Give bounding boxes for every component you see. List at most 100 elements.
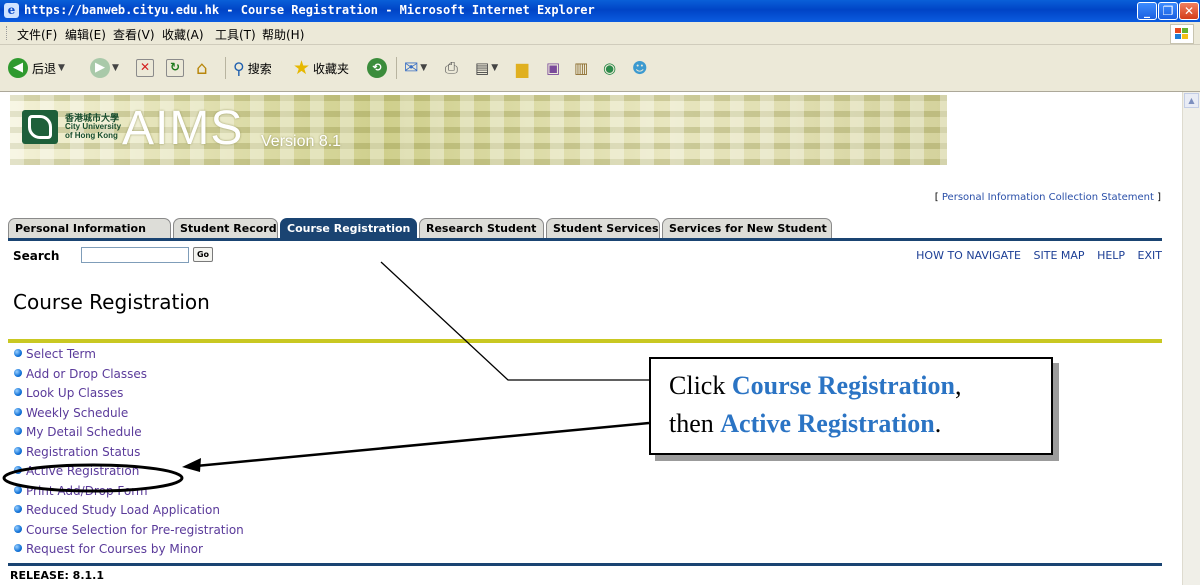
callout-text: , xyxy=(954,371,962,400)
callout-line-1: Click Course Registration, xyxy=(669,367,1051,405)
contacts-button[interactable]: ◉ xyxy=(603,57,616,79)
mail-button[interactable]: ✉ ▼ xyxy=(404,57,427,79)
app-name: AIMS xyxy=(122,102,244,155)
menu-link[interactable]: Request for Courses by Minor xyxy=(26,542,203,556)
bullet-icon xyxy=(14,446,22,455)
go-button[interactable]: Go xyxy=(193,247,213,262)
forward-button[interactable]: ▶ ▼ xyxy=(90,57,119,79)
menu-link[interactable]: Active Registration xyxy=(26,464,139,478)
maximize-button[interactable]: ❐ xyxy=(1158,2,1178,20)
aims-banner: 香港城市大學 City University of Hong Kong AIMS… xyxy=(10,95,947,165)
menu-link[interactable]: Weekly Schedule xyxy=(26,406,128,420)
menu-view[interactable]: 查看(V) xyxy=(113,26,155,43)
toolbar-separator xyxy=(396,57,397,79)
tab-research-student[interactable]: Research Student xyxy=(419,218,544,238)
print-button[interactable]: ⎙ xyxy=(445,57,458,79)
bullet-icon xyxy=(14,505,22,513)
menubar-grip xyxy=(6,26,10,40)
cityu-logo-icon xyxy=(22,110,58,144)
release-label: RELEASE: 8.1.1 xyxy=(10,569,105,582)
pointer-line-tab xyxy=(380,261,649,381)
windows-flag-icon xyxy=(1170,24,1194,44)
menu-favorites[interactable]: 收藏(A) xyxy=(162,26,204,43)
messenger-button[interactable]: ▣ xyxy=(546,57,560,79)
edit-button[interactable]: ▤ ▼ xyxy=(475,57,498,79)
bullet-icon xyxy=(14,368,22,377)
star-icon: ★ xyxy=(293,57,311,79)
refresh-button[interactable]: ↻ xyxy=(166,57,184,79)
how-to-navigate-link[interactable]: HOW TO NAVIGATE xyxy=(916,249,1021,262)
callout-highlight: Active Registration xyxy=(720,409,935,438)
callout-text: Click xyxy=(669,371,732,400)
menu-help[interactable]: 帮助(H) xyxy=(262,26,304,43)
research-button[interactable]: ▥ xyxy=(574,57,588,79)
toolbar-separator xyxy=(225,57,226,79)
menu-link[interactable]: My Detail Schedule xyxy=(26,425,142,439)
menu-link[interactable]: Registration Status xyxy=(26,445,140,459)
search-toolbar-label: 搜索 xyxy=(247,61,272,76)
tab-course-registration[interactable]: Course Registration xyxy=(280,218,417,238)
help-link[interactable]: HELP xyxy=(1097,249,1125,262)
menu-tools[interactable]: 工具(T) xyxy=(215,26,256,43)
chevron-down-icon: ▼ xyxy=(420,63,428,73)
history-icon: ⟲ xyxy=(367,58,387,78)
menu-file[interactable]: 文件(F) xyxy=(17,26,57,43)
printer-icon: ⎙ xyxy=(445,58,458,77)
back-label: 后退 xyxy=(32,61,57,76)
favorites-label: 收藏夹 xyxy=(313,61,350,76)
bullet-icon xyxy=(14,485,22,494)
menu-edit[interactable]: 编辑(E) xyxy=(65,26,106,43)
tab-student-services[interactable]: Student Services xyxy=(546,218,660,238)
callout-highlight: Course Registration xyxy=(731,371,955,400)
page-title: Course Registration xyxy=(13,290,210,314)
menu-link[interactable]: Select Term xyxy=(26,347,96,361)
tab-student-record[interactable]: Student Record xyxy=(173,218,278,238)
bullet-icon xyxy=(14,466,22,474)
menu-link[interactable]: Print Add/Drop Form xyxy=(26,484,148,498)
tab-services-new-student[interactable]: Services for New Student xyxy=(662,218,832,238)
forward-arrow-icon: ▶ xyxy=(90,58,110,78)
stop-button[interactable]: ✕ xyxy=(136,57,154,79)
bracket-close: ] xyxy=(1153,192,1161,203)
back-button[interactable]: ◀ 后退 ▼ xyxy=(8,57,65,79)
magnifier-icon: ⚲ xyxy=(233,58,245,78)
favorites-button[interactable]: ★ 收藏夹 xyxy=(293,57,349,79)
menu-link[interactable]: Reduced Study Load Application xyxy=(26,503,220,517)
site-map-link[interactable]: SITE MAP xyxy=(1034,249,1085,262)
arrowhead-icon xyxy=(182,458,201,472)
pics-statement: [ Personal Information Collection Statem… xyxy=(935,192,1161,203)
pics-link[interactable]: Personal Information Collection Statemen… xyxy=(942,192,1154,203)
search-input[interactable] xyxy=(81,247,189,263)
vertical-scrollbar[interactable]: ▲ xyxy=(1182,92,1200,585)
back-arrow-icon: ◀ xyxy=(8,58,28,78)
books-icon: ▥ xyxy=(574,59,589,77)
stop-icon: ✕ xyxy=(136,59,154,77)
mail-icon: ✉ xyxy=(404,58,419,78)
discuss-icon: ▣ xyxy=(546,59,561,77)
browser-toolbar: ◀ 后退 ▼ ▶ ▼ ✕ ↻ ⌂ ⚲ 搜索 ★ 收藏夹 ⟲ ✉ ▼ ⎙ ▤ ▼ … xyxy=(0,45,1200,92)
folder-button[interactable]: ▆ xyxy=(516,57,528,79)
top-links: HOW TO NAVIGATE SITE MAP HELP EXIT xyxy=(907,249,1162,262)
home-button[interactable]: ⌂ xyxy=(196,57,207,79)
messenger-people-button[interactable]: ☻ xyxy=(632,57,648,79)
scroll-up-icon[interactable]: ▲ xyxy=(1184,93,1199,108)
menu-link[interactable]: Look Up Classes xyxy=(26,386,123,400)
close-button[interactable]: ✕ xyxy=(1179,2,1199,20)
refresh-icon: ↻ xyxy=(166,59,184,77)
tab-personal-information[interactable]: Personal Information xyxy=(8,218,171,238)
menu-link[interactable]: Add or Drop Classes xyxy=(26,367,147,381)
footer-divider xyxy=(8,563,1162,566)
bracket-open: [ xyxy=(934,192,942,203)
bullet-icon xyxy=(14,427,22,435)
exit-link[interactable]: EXIT xyxy=(1138,249,1162,262)
callout-text: then xyxy=(669,409,721,438)
menu-link[interactable]: Course Selection for Pre-registration xyxy=(26,523,244,537)
history-button[interactable]: ⟲ xyxy=(367,57,387,79)
document-icon: ▤ xyxy=(475,59,490,77)
minimize-button[interactable]: _ xyxy=(1137,2,1157,20)
search-button[interactable]: ⚲ 搜索 xyxy=(233,57,272,79)
window-titlebar: e https://banweb.cityu.edu.hk - Course R… xyxy=(0,0,1200,22)
university-name-en-1: City University xyxy=(65,122,122,131)
window-title: https://banweb.cityu.edu.hk - Course Reg… xyxy=(24,3,595,17)
chevron-down-icon: ▼ xyxy=(112,63,119,73)
